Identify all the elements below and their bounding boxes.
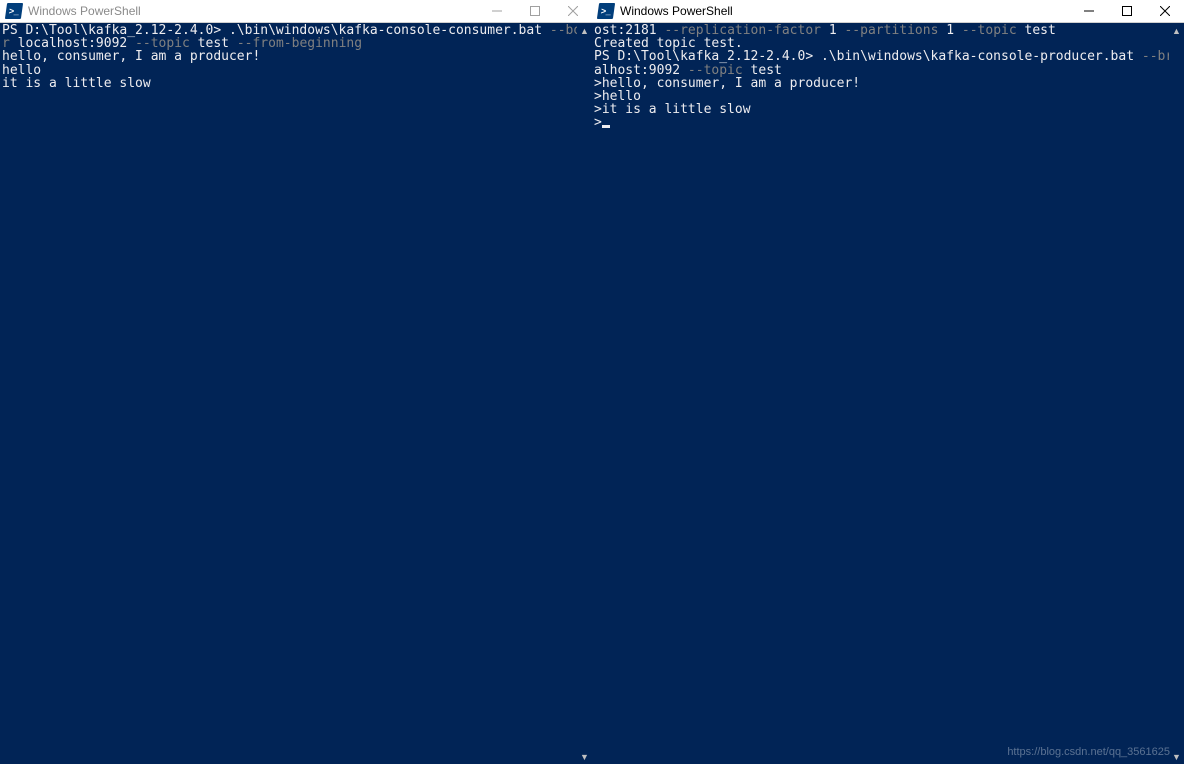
scroll-down-icon[interactable]: ▼ (1169, 749, 1184, 764)
scroll-up-icon[interactable]: ▲ (577, 23, 592, 38)
scrollbar-right[interactable]: ▲ ▼ (1169, 23, 1184, 764)
powershell-window-right: >_ Windows PowerShell ost:2181 --replica… (592, 0, 1184, 764)
minimize-button[interactable] (1070, 0, 1108, 23)
scroll-up-icon[interactable]: ▲ (1169, 23, 1184, 38)
scrollbar-left[interactable]: ▲ ▼ (577, 23, 592, 764)
maximize-button[interactable] (1108, 0, 1146, 23)
terminal-text: > (594, 115, 602, 130)
terminal-line: it is a little slow (2, 77, 575, 90)
terminal-text: --broker-list (1142, 49, 1169, 64)
window-title: Windows PowerShell (620, 4, 733, 18)
terminal-line: >it is a little slow (594, 103, 1167, 116)
minimize-button[interactable] (478, 0, 516, 23)
terminal-area-left[interactable]: PS D:\Tool\kafka_2.12-2.4.0> .\bin\windo… (0, 23, 592, 764)
terminal-text: test (1017, 23, 1056, 38)
terminal-output-right[interactable]: ost:2181 --replication-factor 1 --partit… (592, 23, 1169, 764)
maximize-button[interactable] (516, 0, 554, 23)
titlebar-right[interactable]: >_ Windows PowerShell (592, 0, 1184, 23)
cursor-icon (602, 125, 610, 128)
terminal-text: >it is a little slow (594, 102, 751, 117)
terminal-text: --topic (962, 23, 1017, 38)
terminal-area-right[interactable]: ost:2181 --replication-factor 1 --partit… (592, 23, 1184, 764)
powershell-window-left: >_ Windows PowerShell PS D:\Tool\kafka_2… (0, 0, 592, 764)
titlebar-left[interactable]: >_ Windows PowerShell (0, 0, 592, 23)
terminal-line: > (594, 116, 1167, 129)
terminal-text: it is a little slow (2, 76, 151, 91)
terminal-line: hello, consumer, I am a producer! (2, 50, 575, 63)
terminal-text: --bootstrap-serve (550, 23, 577, 38)
terminal-line: >hello, consumer, I am a producer! (594, 77, 1167, 90)
powershell-icon: >_ (598, 3, 614, 19)
terminal-text: 1 (938, 23, 961, 38)
close-button[interactable] (1146, 0, 1184, 23)
window-title: Windows PowerShell (28, 4, 141, 18)
terminal-text: --partitions (844, 23, 938, 38)
terminal-text: 1 (821, 23, 844, 38)
scroll-down-icon[interactable]: ▼ (577, 749, 592, 764)
powershell-icon: >_ (6, 3, 22, 19)
terminal-output-left[interactable]: PS D:\Tool\kafka_2.12-2.4.0> .\bin\windo… (0, 23, 577, 764)
close-button[interactable] (554, 0, 592, 23)
